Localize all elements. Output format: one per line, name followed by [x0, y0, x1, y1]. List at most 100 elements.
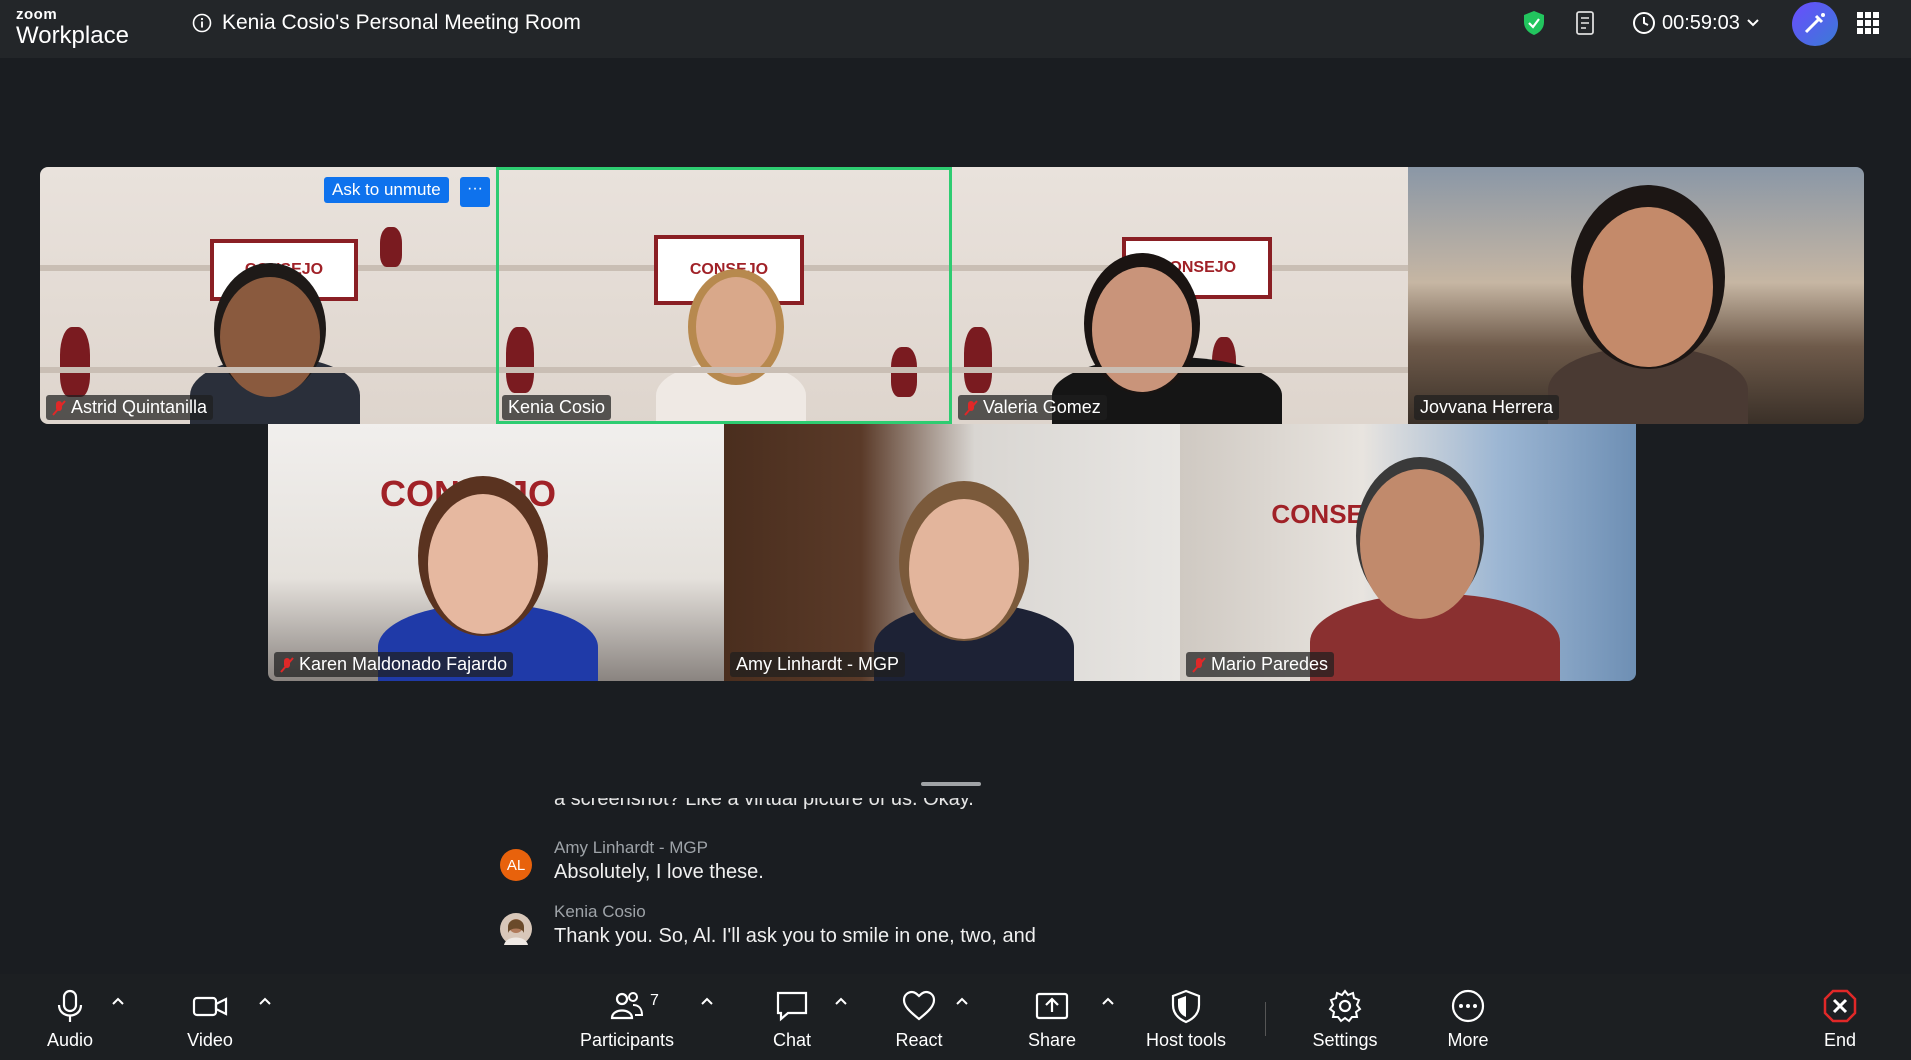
video-tile-valeria[interactable]: CONSEJO Valeria Gomez [952, 167, 1408, 424]
participant-name: Mario Paredes [1211, 654, 1329, 674]
participant-name: Kenia Cosio [508, 397, 606, 417]
consejo-text: CONSEJO [244, 261, 324, 278]
mic-off-icon [1192, 656, 1206, 673]
participants-label: Participants [579, 1030, 675, 1050]
participant-name-tag: Amy Linhardt - MGP [730, 652, 906, 677]
zoom-workplace-logo: zoom Workplace [16, 7, 129, 48]
video-feed [724, 424, 1180, 681]
consejo-text: CONSEJO [1157, 259, 1237, 276]
participant-name-tag: Astrid Quintanilla [46, 395, 214, 420]
chat-options-caret[interactable] [834, 996, 848, 1006]
video-tile-kenia[interactable]: CONSEJO Kenia Cosio [496, 167, 952, 424]
video-tile-astrid[interactable]: CONSEJO Astrid Quintanilla Ask to unmute… [40, 167, 496, 424]
chevron-down-icon [1747, 19, 1759, 27]
participant-head [1583, 207, 1713, 367]
participant-head [909, 499, 1019, 639]
video-icon [192, 996, 228, 1017]
participant-head [1092, 267, 1192, 392]
audio-label: Audio [46, 1030, 94, 1050]
host-tools-button[interactable]: Host tools [1136, 974, 1236, 1060]
video-tile-mario[interactable]: CONSEJO Mario Paredes [1180, 424, 1636, 681]
caption-text: Absolutely, I love these. [554, 861, 764, 883]
ask-to-unmute-button[interactable]: Ask to unmute [324, 177, 449, 203]
video-feed: CONSEJO [952, 167, 1408, 424]
chat-icon [776, 991, 808, 1022]
video-button[interactable]: Video [180, 974, 240, 1060]
video-options-caret[interactable] [258, 996, 272, 1006]
participant-name: Jovvana Herrera [1420, 397, 1554, 417]
react-options-caret[interactable] [955, 996, 969, 1006]
participants-count: 7 [650, 992, 659, 1009]
video-feed: CONSEJO [268, 424, 724, 681]
react-button[interactable]: React [889, 974, 949, 1060]
toolbar-divider [1265, 1002, 1266, 1036]
logo-big-text: Workplace [16, 22, 129, 49]
end-button[interactable]: End [1810, 974, 1870, 1060]
avatar [500, 913, 532, 945]
video-tile-karen[interactable]: CONSEJO Karen Maldonado Fajardo [268, 424, 724, 681]
more-button[interactable]: More [1438, 974, 1498, 1060]
video-label: Video [187, 1030, 233, 1050]
participant-name-tag: Mario Paredes [1186, 652, 1335, 677]
settings-label: Settings [1312, 1030, 1378, 1050]
video-tile-jovvana[interactable]: Jovvana Herrera [1408, 167, 1864, 424]
vase [964, 327, 992, 393]
apps-grid-icon[interactable] [1857, 12, 1879, 34]
avatar: AL [500, 849, 532, 881]
more-label: More [1447, 1030, 1489, 1050]
video-feed: CONSEJO [40, 167, 496, 424]
participant-head [220, 277, 320, 397]
participant-head [428, 494, 538, 634]
share-icon [1035, 992, 1069, 1020]
vase [380, 227, 402, 267]
participant-name: Karen Maldonado Fajardo [299, 654, 508, 674]
tile-more-button[interactable]: ··· [460, 177, 490, 207]
caption-text: Thank you. So, Al. I'll ask you to smile… [554, 925, 1036, 947]
video-tile-amy[interactable]: Amy Linhardt - MGP [724, 424, 1180, 681]
host-tools-label: Host tools [1145, 1030, 1227, 1050]
participant-name-tag: Jovvana Herrera [1414, 395, 1560, 420]
notes-icon[interactable] [1575, 10, 1597, 36]
participant-name: Valeria Gomez [983, 397, 1101, 417]
participants-button[interactable]: Participants [577, 974, 677, 1060]
ai-companion-icon[interactable] [1792, 2, 1838, 46]
panel-resize-handle[interactable] [921, 782, 981, 786]
audio-button[interactable]: Audio [40, 974, 100, 1060]
host-tools-icon [1171, 989, 1201, 1024]
share-label: Share [1027, 1030, 1077, 1050]
participant-name: Amy Linhardt - MGP [736, 654, 900, 674]
captions-panel: a screenshot? Like a virtual picture of … [500, 794, 1300, 972]
timer-text: 00:59:03 [1662, 11, 1740, 34]
participants-icon [610, 992, 644, 1020]
meeting-info[interactable]: Kenia Cosio's Personal Meeting Room [192, 11, 581, 35]
caption-speaker: Amy Linhardt - MGP [554, 838, 708, 857]
share-button[interactable]: Share [1022, 974, 1082, 1060]
logo-small-text: zoom [16, 6, 58, 23]
end-label: End [1823, 1030, 1857, 1050]
video-feed [1408, 167, 1864, 424]
settings-button[interactable]: Settings [1305, 974, 1385, 1060]
mic-off-icon [964, 399, 978, 416]
end-icon [1823, 989, 1857, 1023]
react-label: React [895, 1030, 943, 1050]
participant-name: Astrid Quintanilla [71, 397, 208, 417]
audio-options-caret[interactable] [111, 996, 125, 1006]
caption-speaker: Kenia Cosio [554, 902, 646, 921]
participant-head [1360, 469, 1480, 619]
shield-icon[interactable] [1522, 10, 1546, 36]
participants-options-caret[interactable] [700, 996, 714, 1006]
meeting-timer[interactable]: 00:59:03 [1632, 10, 1760, 36]
share-options-caret[interactable] [1101, 996, 1115, 1006]
chat-button[interactable]: Chat [762, 974, 822, 1060]
info-icon[interactable] [192, 13, 212, 33]
mic-off-icon [52, 399, 66, 416]
participant-name-tag: Kenia Cosio [502, 395, 612, 420]
heart-icon [902, 990, 936, 1021]
active-speaker-border [496, 167, 952, 424]
meeting-controls-bar: Audio Video Participants 7 Chat React Sh… [0, 974, 1911, 1060]
chat-label: Chat [772, 1030, 812, 1050]
vase [60, 327, 90, 397]
participant-name-tag: Karen Maldonado Fajardo [274, 652, 514, 677]
mic-off-icon [280, 656, 294, 673]
video-feed: CONSEJO [1180, 424, 1636, 681]
